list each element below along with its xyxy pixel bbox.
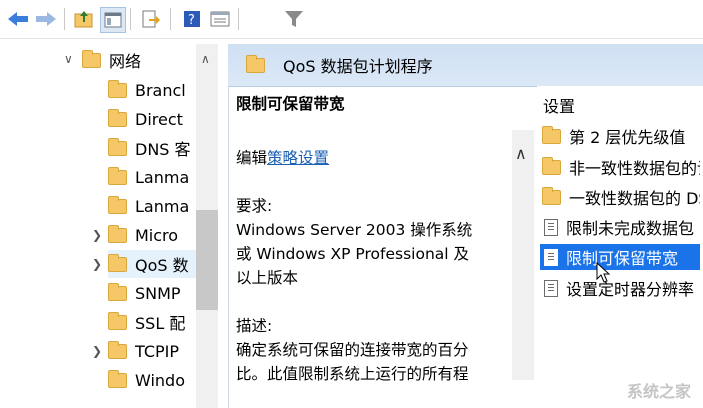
- folder-icon: [82, 49, 101, 68]
- setting-item[interactable]: 一致性数据包的 DSC: [540, 184, 700, 210]
- tree-item[interactable]: Brancl: [108, 76, 196, 104]
- tree-item-label: SSL 配: [135, 314, 186, 333]
- requirements-label: 要求:: [236, 197, 273, 215]
- tree-item[interactable]: Micro: [108, 221, 196, 249]
- tree-item-label: TCPIP: [135, 341, 180, 361]
- back-icon[interactable]: [6, 7, 30, 31]
- chevron-right-icon[interactable]: ❯: [92, 344, 102, 358]
- show-tree-icon[interactable]: [100, 7, 126, 33]
- watermark: 系统之家: [626, 382, 691, 401]
- folder-icon: [108, 282, 127, 301]
- setting-item-selected[interactable]: 限制可保留带宽: [540, 244, 700, 270]
- tree-item-label: 网络: [109, 52, 142, 71]
- tree-item-label: Micro: [135, 225, 179, 245]
- details-header-title: QoS 数据包计划程序: [283, 57, 433, 76]
- chevron-up-icon[interactable]: ∧: [201, 52, 210, 66]
- tree-item-label: Windo: [135, 370, 185, 390]
- folder-icon: [108, 137, 127, 156]
- folder-icon: [108, 195, 127, 214]
- edit-policy-line: 编辑策略设置: [236, 146, 506, 170]
- setting-label: 第 2 层优先级值: [569, 128, 686, 147]
- toolbar: ?: [0, 0, 703, 39]
- description-line: 比。此值限制系统上运行的所有程: [236, 365, 469, 383]
- tree-item[interactable]: Lanma: [108, 192, 196, 220]
- folder-icon: [108, 79, 127, 98]
- policy-settings-link[interactable]: 策略设置: [267, 149, 329, 167]
- setting-item[interactable]: 限制未完成数据包: [540, 214, 700, 240]
- mouse-cursor-icon: [596, 261, 611, 288]
- export-icon[interactable]: [139, 7, 163, 31]
- edit-prefix: 编辑: [236, 149, 268, 167]
- setting-label: 限制未完成数据包: [566, 219, 695, 238]
- folder-icon: [542, 156, 561, 175]
- folder-icon: [108, 108, 127, 127]
- tree-item-label: Lanma: [135, 196, 190, 216]
- tree-item-label: DNS 客: [135, 140, 191, 159]
- tree-pane: ∨ 网络 Brancl Direct DNS 客 Lanma Lanma ❯ M…: [0, 44, 222, 408]
- forward-icon[interactable]: [34, 7, 58, 31]
- requirements-line: 以上版本: [236, 269, 299, 287]
- tree-item[interactable]: Lanma: [108, 163, 196, 191]
- tree-item[interactable]: TCPIP: [108, 337, 196, 365]
- tree-item[interactable]: SSL 配: [108, 308, 196, 336]
- tree-item-label: QoS 数: [135, 256, 189, 275]
- chevron-down-icon[interactable]: ∨: [64, 52, 73, 66]
- chevron-right-icon[interactable]: ❯: [92, 228, 102, 242]
- settings-column-header[interactable]: 设置: [543, 93, 575, 117]
- folder-icon: [108, 311, 127, 330]
- folder-icon: [108, 224, 127, 243]
- tree-item-label: Direct: [135, 109, 183, 129]
- tree-item-label: Brancl: [135, 80, 186, 100]
- details-header: QoS 数据包计划程序: [228, 44, 703, 87]
- policy-setting-icon: [544, 218, 558, 236]
- setting-label: 设置定时器分辨率: [566, 280, 695, 299]
- description-line: 确定系统可保留的连接带宽的百分: [236, 341, 469, 359]
- policy-setting-icon: [544, 248, 558, 266]
- chevron-right-icon[interactable]: ❯: [92, 257, 102, 271]
- policy-title: 限制可保留带宽: [236, 95, 345, 113]
- setting-label: 非一致性数据包的设: [569, 159, 700, 178]
- folder-icon: [542, 125, 561, 144]
- up-folder-icon[interactable]: [72, 7, 96, 31]
- setting-label: 一致性数据包的 DSC: [569, 189, 700, 208]
- description-scrollbar[interactable]: ∧: [512, 130, 534, 380]
- tree-item[interactable]: Direct: [108, 105, 196, 133]
- chevron-up-icon[interactable]: ∧: [515, 144, 527, 163]
- policy-description: 限制可保留带宽 编辑策略设置 要求: Windows Server 2003 操…: [236, 92, 506, 386]
- folder-icon: [108, 253, 127, 272]
- requirements-line: Windows Server 2003 操作系统: [236, 221, 473, 239]
- setting-label: 限制可保留带宽: [566, 249, 679, 268]
- folder-icon: [542, 186, 561, 205]
- toolbar-separator: [130, 8, 131, 30]
- filter-icon[interactable]: [282, 7, 306, 31]
- setting-item[interactable]: 设置定时器分辨率: [540, 275, 700, 301]
- tree-item[interactable]: SNMP: [108, 279, 196, 307]
- tree-item-label: SNMP: [135, 283, 181, 303]
- properties-icon[interactable]: [208, 7, 232, 31]
- setting-item[interactable]: 第 2 层优先级值: [540, 123, 700, 149]
- tree-item[interactable]: Windo: [108, 366, 196, 394]
- help-glyph: ?: [188, 13, 195, 28]
- tree-item-label: Lanma: [135, 167, 190, 187]
- help-icon[interactable]: ?: [180, 7, 204, 31]
- folder-icon: [108, 166, 127, 185]
- toolbar-separator: [170, 8, 171, 30]
- toolbar-separator: [64, 8, 65, 30]
- folder-icon: [246, 54, 265, 73]
- tree-item-qos[interactable]: QoS 数: [108, 250, 196, 278]
- description-label: 描述:: [236, 317, 273, 335]
- tree-item[interactable]: DNS 客: [108, 134, 196, 162]
- setting-item[interactable]: 非一致性数据包的设: [540, 154, 700, 180]
- folder-icon: [108, 369, 127, 388]
- tree-item-network[interactable]: 网络: [82, 46, 196, 74]
- policy-setting-icon: [544, 279, 558, 297]
- tree-scrollbar-thumb[interactable]: [196, 210, 218, 310]
- requirements-line: 或 Windows XP Professional 及: [236, 245, 470, 263]
- folder-icon: [108, 340, 127, 359]
- toolbar-separator: [238, 8, 239, 30]
